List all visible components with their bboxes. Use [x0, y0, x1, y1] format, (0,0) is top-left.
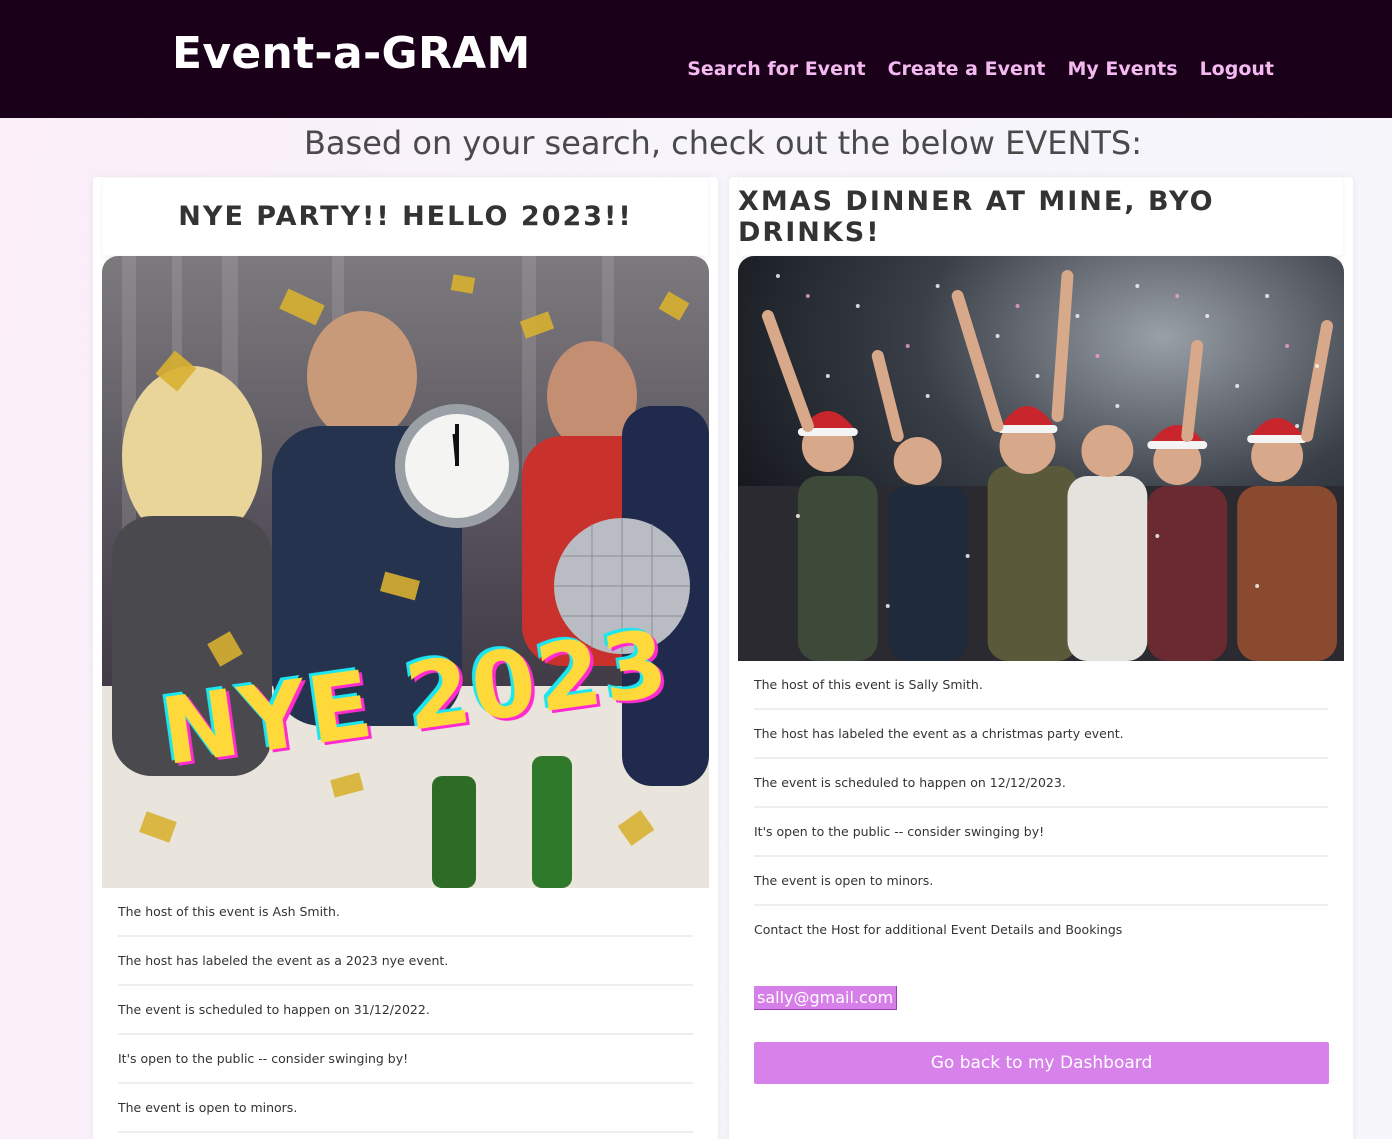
detail-host: The host of this event is Ash Smith.: [118, 888, 693, 937]
detail-minors: The event is open to minors.: [118, 1084, 693, 1133]
nav-links: Search for Event Create a Event My Event…: [687, 58, 1274, 80]
detail-minors: The event is open to minors.: [754, 857, 1328, 906]
detail-label: The host has labeled the event as a chri…: [754, 710, 1328, 759]
detail-date: The event is scheduled to happen on 12/1…: [754, 759, 1328, 808]
brand-logo[interactable]: Event-a-GRAM: [172, 28, 531, 79]
event-photo-xmas: [738, 256, 1344, 661]
nav-logout[interactable]: Logout: [1200, 58, 1274, 80]
event-photo-nye: NYE 2023 NYE 2023 NYE 2023: [102, 256, 709, 888]
back-to-dashboard-button[interactable]: Go back to my Dashboard: [754, 1042, 1329, 1084]
nav-search-for-event[interactable]: Search for Event: [687, 58, 865, 80]
event-details: The host of this event is Sally Smith. T…: [729, 661, 1353, 1084]
detail-contact: Contact the Host for additional Event De…: [754, 922, 1123, 937]
event-card-xmas: XMAS DINNER AT MINE, BYO DRINKS! The hos…: [729, 177, 1353, 1139]
navbar: Event-a-GRAM Search for Event Create a E…: [0, 0, 1392, 118]
detail-label: The host has labeled the event as a 2023…: [118, 937, 693, 986]
nav-create-event[interactable]: Create a Event: [888, 58, 1046, 80]
event-card-nye: NYE PARTY!! HELLO 2023!! NYE 2023 NYE 20…: [93, 177, 718, 1139]
event-details: The host of this event is Ash Smith. The…: [93, 888, 718, 1133]
detail-host: The host of this event is Sally Smith.: [754, 661, 1328, 710]
page-heading: Based on your search, check out the belo…: [303, 124, 1143, 162]
host-email[interactable]: sally@gmail.com: [754, 986, 898, 1010]
event-title: XMAS DINNER AT MINE, BYO DRINKS!: [738, 177, 1344, 256]
nav-my-events[interactable]: My Events: [1067, 58, 1177, 80]
detail-public: It's open to the public -- consider swin…: [118, 1035, 693, 1084]
detail-date: The event is scheduled to happen on 31/1…: [118, 986, 693, 1035]
detail-public: It's open to the public -- consider swin…: [754, 808, 1328, 857]
event-title: NYE PARTY!! HELLO 2023!!: [102, 177, 709, 256]
